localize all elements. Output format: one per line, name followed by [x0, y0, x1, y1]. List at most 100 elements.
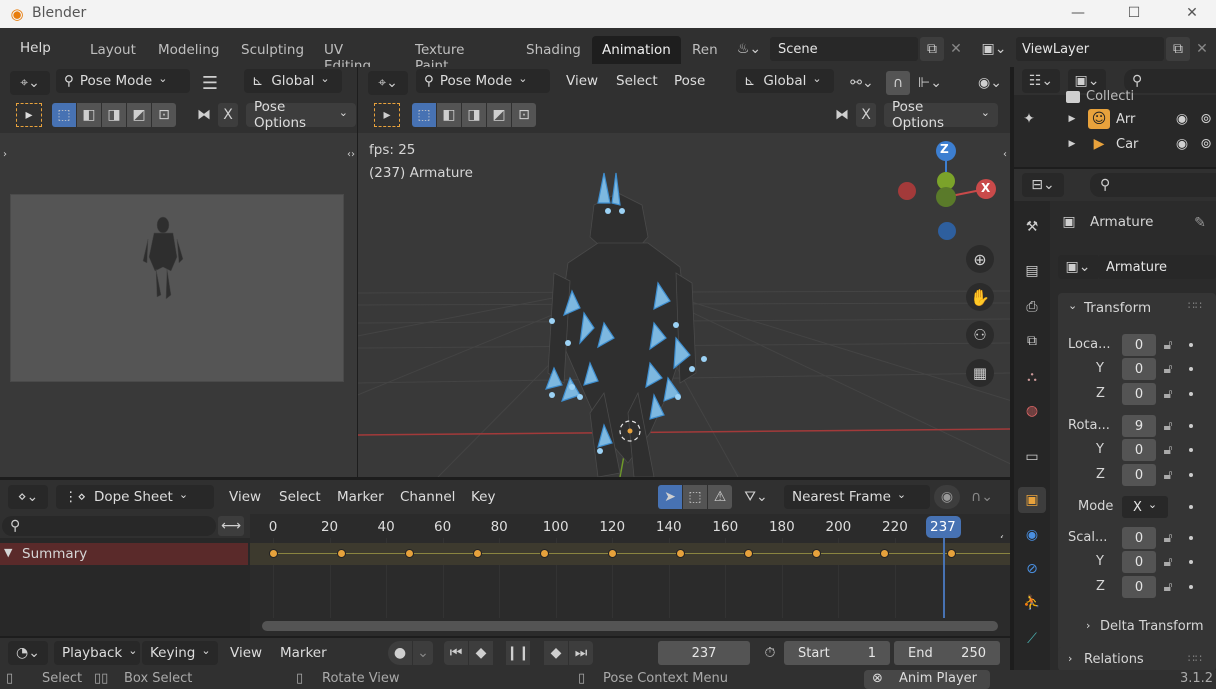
location-x-keyframe-dot[interactable] [1189, 343, 1193, 347]
timeline-view-menu[interactable]: View [230, 645, 262, 661]
dopesheet-mode-dropdown[interactable]: ⋮⋄ Dope Sheet [56, 485, 214, 509]
render-tab-icon[interactable]: ▤ [1020, 259, 1044, 283]
location-y-keyframe-dot[interactable] [1189, 367, 1193, 371]
viewport-select-menu[interactable]: Select [616, 73, 658, 89]
next-keyframe-icon[interactable]: ◆ [544, 641, 568, 665]
summary-expand-icon[interactable]: ▼ [4, 546, 12, 559]
keyframe[interactable] [472, 549, 482, 558]
rotation-z-keyframe-dot[interactable] [1189, 473, 1193, 477]
scale-z-keyframe-dot[interactable] [1189, 585, 1193, 589]
collection-tab-icon[interactable]: ▭ [1020, 445, 1044, 469]
keyframe[interactable] [811, 549, 821, 558]
rotation-mode-dot[interactable] [1189, 505, 1193, 509]
delta-transform-subpanel[interactable]: Delta Transform [1100, 619, 1203, 634]
mirror-icon[interactable]: ⧓ [192, 103, 216, 127]
pivot-point-icon[interactable]: ⚯⌄ [842, 71, 882, 95]
delta-transform-expand-icon[interactable]: › [1086, 619, 1090, 632]
dopesheet-marker-menu[interactable]: Marker [337, 489, 384, 505]
tab-ren[interactable]: Ren [692, 42, 718, 58]
viewport-select-new-icon[interactable]: ⬚ [412, 103, 436, 127]
tab-modeling[interactable]: Modeling [158, 42, 219, 58]
transform-collapse-icon[interactable]: ⌄ [1068, 299, 1077, 312]
jump-start-icon[interactable]: ⏮ [444, 641, 468, 665]
location-x-lock-icon[interactable]: 🔓︎ [1158, 334, 1178, 356]
tab-layout[interactable]: Layout [90, 42, 136, 58]
viewport-select-extend-icon[interactable]: ◧ [437, 103, 461, 127]
snap-mode-dropdown[interactable]: Nearest Frame [784, 485, 930, 509]
dopesheet-select-menu[interactable]: Select [279, 489, 321, 505]
dopesheet-select-tool-icon[interactable]: ➤ [658, 485, 682, 509]
delete-scene-icon[interactable]: ✕ [946, 37, 966, 61]
keyframe[interactable] [336, 549, 346, 558]
tab-animation[interactable]: Animation [592, 36, 681, 64]
playback-menu[interactable]: Playback [54, 641, 140, 665]
dopesheet-box-select-icon[interactable]: ⬚ [683, 485, 707, 509]
viewport-mirror-icon[interactable]: ⧓ [830, 103, 854, 127]
rotation-y-keyframe-dot[interactable] [1189, 448, 1193, 452]
viewport-orientation-dropdown[interactable]: ⊾ Global [736, 69, 834, 93]
expand-camera-icon[interactable]: ▶ [1066, 136, 1078, 152]
cancel-job-icon[interactable]: ⊗ [872, 671, 883, 686]
select-mode-extend-icon[interactable]: ◧ [77, 103, 101, 127]
maximize-button[interactable]: ☐ [1122, 2, 1146, 24]
camera-render-icon[interactable]: ⊚ [1196, 134, 1216, 154]
rotation-mode-dropdown[interactable]: X [1122, 496, 1168, 518]
help-menu[interactable]: Help [20, 40, 51, 56]
timeline-marker-menu[interactable]: Marker [280, 645, 327, 661]
expand-armature-icon[interactable]: ▶ [1066, 111, 1078, 127]
viewport-mode-dropdown[interactable]: ⚲ Pose Mode [416, 69, 550, 93]
relations-expand-icon[interactable]: › [1068, 652, 1072, 665]
scale-x-keyframe-dot[interactable] [1189, 536, 1193, 540]
properties-search-icon[interactable]: ⚲ [1090, 173, 1216, 197]
viewport-select-subtract-icon[interactable]: ◨ [462, 103, 486, 127]
outliner-item-collection[interactable]: Collecti [1086, 89, 1134, 104]
visibility-icon[interactable]: ◉⌄ [972, 71, 1008, 95]
select-mode-intersect-icon[interactable]: ⊡ [152, 103, 176, 127]
properties-editor-type-icon[interactable]: ⊟⌄ [1022, 173, 1064, 197]
rotation-y-field[interactable]: 0 [1122, 439, 1156, 461]
relations-drag-handle-icon[interactable]: ∷∷ [1188, 652, 1202, 665]
view-layer-field[interactable]: ViewLayer [1016, 37, 1164, 61]
new-view-layer-icon[interactable]: ⧉ [1166, 37, 1190, 61]
tool-tab-icon[interactable]: ⚒ [1020, 215, 1044, 239]
keyframe[interactable] [676, 549, 686, 558]
scale-z-lock-icon[interactable]: 🔓︎ [1158, 576, 1178, 598]
viewport-pose-menu[interactable]: Pose [674, 73, 705, 89]
frame-start-field[interactable]: Start 1 [784, 641, 890, 665]
viewport-editor-type-icon[interactable]: ⌖⌄ [368, 71, 408, 95]
bone-tab-icon[interactable]: ⟋ [1020, 627, 1044, 651]
dopesheet-warning-icon[interactable]: ⚠ [708, 485, 732, 509]
dopesheet-key-menu[interactable]: Key [471, 489, 495, 505]
channel-search-icon[interactable]: ⚲ [2, 516, 216, 536]
rotation-x-keyframe-dot[interactable] [1189, 424, 1193, 428]
current-frame-field[interactable]: 237 [658, 641, 750, 665]
armature-visibility-icon[interactable]: ◉ [1172, 109, 1192, 129]
keyframe[interactable] [269, 549, 278, 558]
select-tool-icon[interactable]: ▸ [16, 103, 42, 127]
data-name-field[interactable]: Armature [1098, 255, 1216, 279]
record-icon[interactable]: ● [388, 641, 412, 665]
scale-y-keyframe-dot[interactable] [1189, 560, 1193, 564]
data-browse-icon[interactable]: ▣⌄ [1058, 255, 1098, 279]
left-sidebar-toggle-icon[interactable]: ‹› [345, 147, 357, 161]
rotation-z-lock-icon[interactable]: 🔓︎ [1158, 464, 1178, 486]
armature-render-icon[interactable]: ⊚ [1196, 109, 1216, 129]
viewport-select-invert-icon[interactable]: ◩ [487, 103, 511, 127]
left-x-mirror-button[interactable]: X [218, 103, 238, 127]
rotation-z-field[interactable]: 0 [1122, 464, 1156, 486]
left-orientation-dropdown[interactable]: ⊾ Global [244, 69, 342, 93]
scene-browse-icon[interactable]: ♨⌄ [732, 37, 766, 61]
preview-range-icon[interactable]: ⏱ [758, 641, 782, 665]
pin-icon[interactable]: ✎ [1190, 213, 1210, 233]
select-mode-invert-icon[interactable]: ◩ [127, 103, 151, 127]
transform-header[interactable]: Transform [1084, 300, 1151, 316]
horizontal-scrollbar[interactable] [262, 621, 998, 631]
left-toolbar-toggle-icon[interactable]: › [0, 147, 10, 161]
jump-end-icon[interactable]: ⏭ [569, 641, 593, 665]
editor-type-icon[interactable]: ⌖⌄ [10, 71, 50, 95]
prev-keyframe-icon[interactable]: ◆ [469, 641, 493, 665]
sync-visible-range-icon[interactable]: ⟷ [218, 516, 244, 536]
location-x-field[interactable]: 0 [1122, 334, 1156, 356]
armature-data-tab-icon[interactable]: ⛹ [1020, 591, 1044, 615]
select-mode-subtract-icon[interactable]: ◨ [102, 103, 126, 127]
